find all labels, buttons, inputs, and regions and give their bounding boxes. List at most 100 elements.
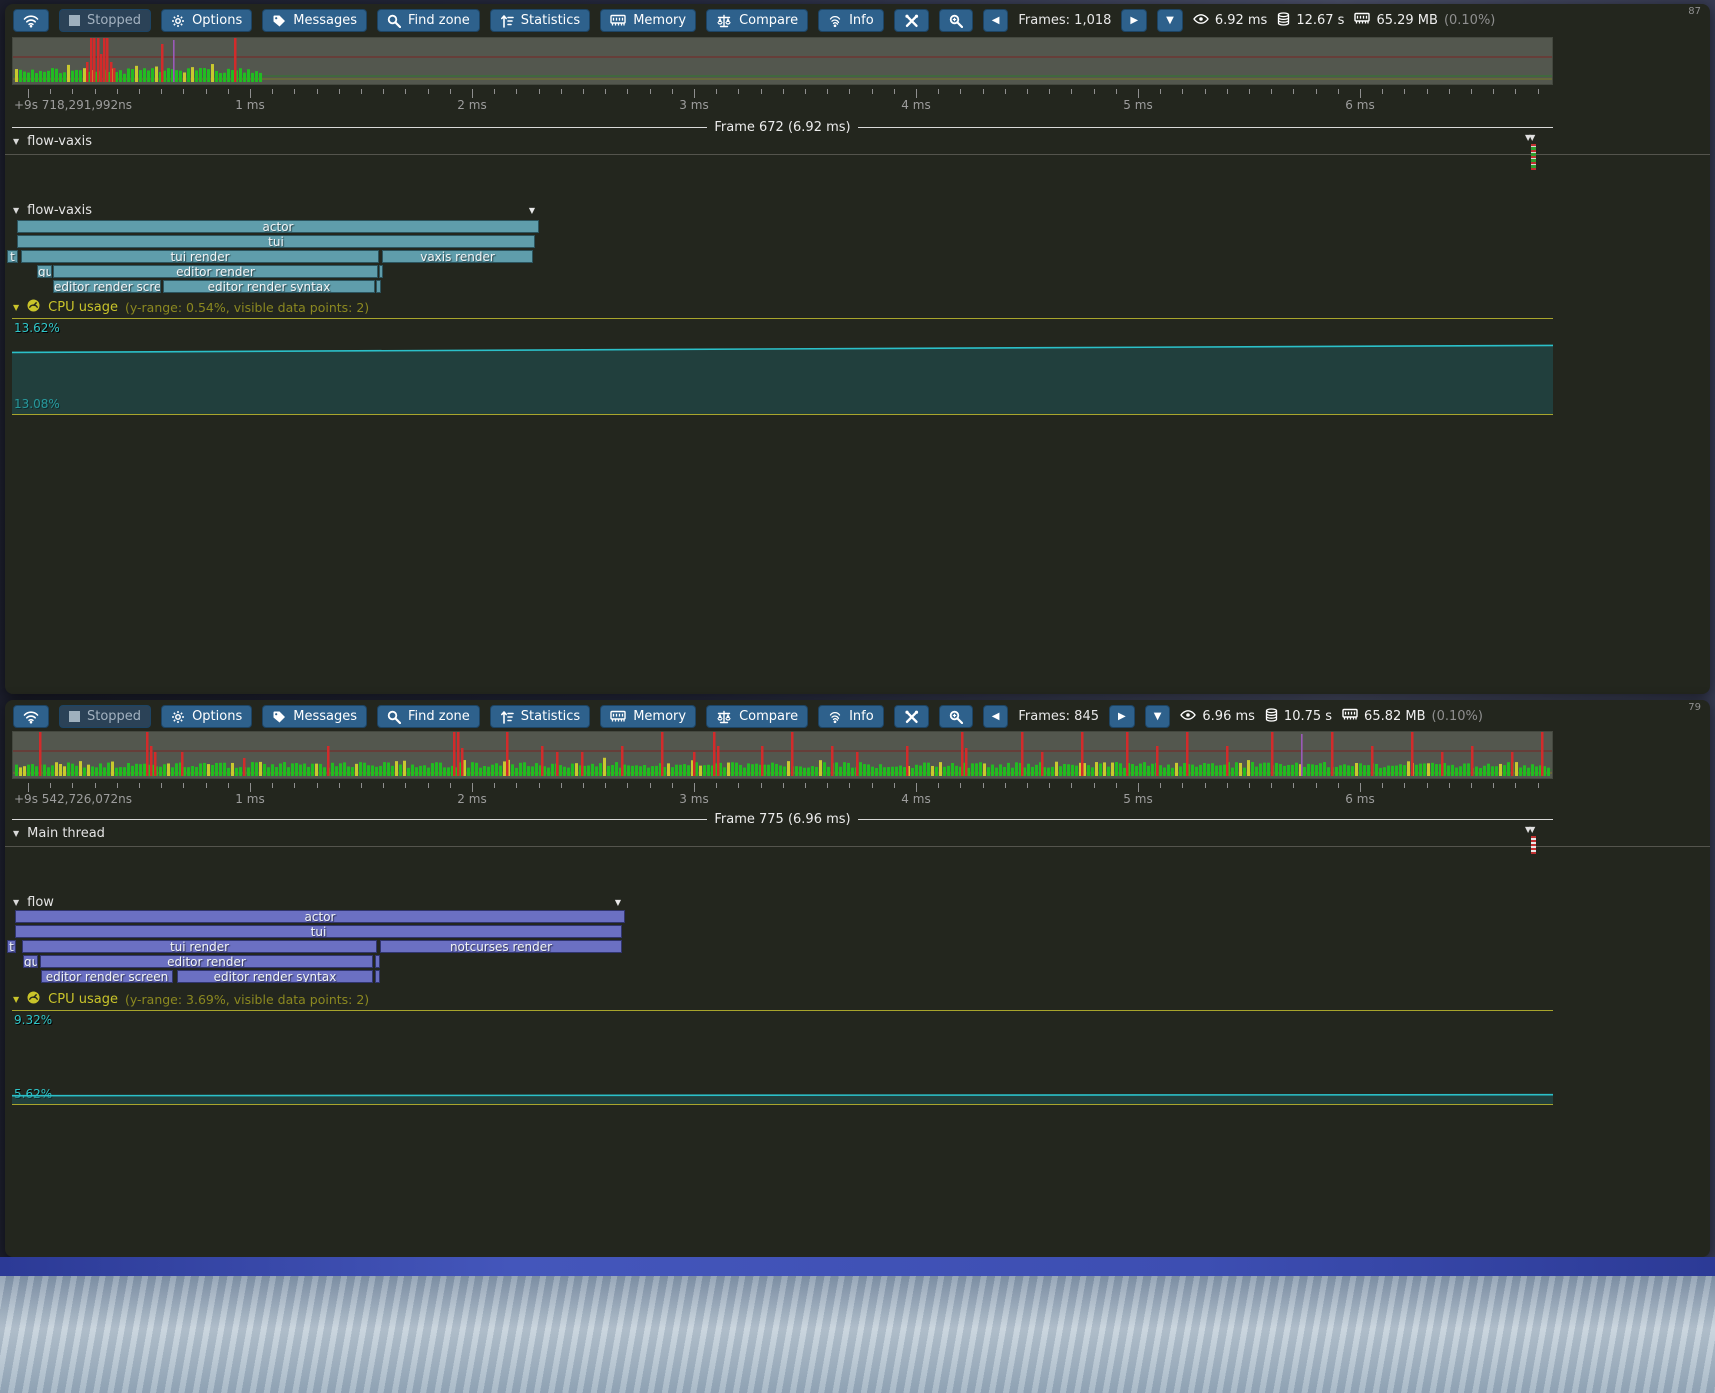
slow-frame-spike[interactable] — [97, 38, 100, 82]
slow-frame-spike[interactable] — [1081, 732, 1084, 776]
slow-frame-spike[interactable] — [1541, 732, 1544, 776]
offscreen-zone-markers[interactable]: ▼▼ — [1525, 825, 1536, 854]
zone-bar[interactable] — [375, 955, 380, 968]
slow-frame-spike[interactable] — [581, 752, 584, 776]
slow-frame-spike[interactable] — [1226, 746, 1229, 776]
stopped-button[interactable]: Stopped — [59, 9, 151, 32]
slow-frame-spike[interactable] — [453, 732, 456, 776]
zone-bar[interactable]: gu — [23, 955, 38, 968]
memory-button[interactable]: Memory — [600, 9, 696, 32]
frame-set-dropdown-button[interactable]: ▼ — [1145, 705, 1171, 728]
slow-frame-spike[interactable] — [100, 54, 103, 82]
frame-timeline-minimap[interactable] — [12, 37, 1553, 85]
zone-bar[interactable]: t — [7, 940, 16, 953]
frame-minimap-chart[interactable] — [13, 38, 1552, 84]
slow-frame-spike[interactable] — [1156, 746, 1159, 776]
tools-button[interactable] — [894, 9, 929, 32]
next-frame-button[interactable]: ▶ — [1121, 9, 1147, 32]
slow-frame-spike[interactable] — [1331, 732, 1334, 776]
slow-frame-spike[interactable] — [181, 752, 184, 776]
zone-bar[interactable]: editor render — [40, 955, 373, 968]
slow-frame-spike[interactable] — [856, 752, 859, 776]
zone-bar[interactable] — [379, 265, 383, 278]
zone-bar[interactable]: vaxis render — [382, 250, 533, 263]
slow-frame-spike[interactable] — [791, 732, 794, 776]
desktop-panel[interactable] — [0, 1257, 1715, 1276]
slow-frame-spike[interactable] — [1371, 746, 1374, 776]
slow-frame-spike[interactable] — [1041, 752, 1044, 776]
thread-header-zones[interactable]: ▼ flow — [13, 895, 54, 910]
zoom-in-button[interactable] — [939, 705, 973, 728]
slow-frame-spike[interactable] — [713, 732, 716, 776]
slow-frame-spike[interactable] — [234, 38, 237, 82]
slow-frame-spike[interactable] — [161, 44, 164, 82]
slow-frame-spike[interactable] — [146, 732, 149, 776]
cpu-usage-header[interactable]: ▼ CPU usage (y-range: 0.54%, visible dat… — [13, 298, 369, 317]
slow-frame-spike[interactable] — [506, 732, 509, 776]
slow-frame-spike[interactable] — [556, 752, 559, 776]
slow-frame-spike[interactable] — [693, 752, 696, 776]
zone-bar[interactable]: tui render — [22, 940, 377, 953]
slow-frame-spike[interactable] — [243, 758, 246, 776]
slow-frame-spike[interactable] — [621, 746, 624, 776]
info-button[interactable]: Info — [818, 9, 884, 32]
zone-bar[interactable]: actor — [15, 910, 625, 923]
slow-frame-spike[interactable] — [106, 38, 109, 82]
zoom-in-button[interactable] — [939, 9, 973, 32]
slow-frame-spike[interactable] — [1186, 732, 1189, 776]
frame-timeline-minimap[interactable] — [12, 731, 1553, 779]
slow-frame-spike[interactable] — [1411, 732, 1414, 776]
compare-button[interactable]: Compare — [706, 705, 808, 728]
zone-bar[interactable]: tui — [17, 235, 535, 248]
slow-frame-spike[interactable] — [1126, 732, 1129, 776]
slow-frame-spike[interactable] — [906, 746, 909, 776]
memory-button[interactable]: Memory — [600, 705, 696, 728]
slow-frame-spike[interactable] — [461, 748, 464, 776]
frame-set-dropdown-button[interactable]: ▼ — [1157, 9, 1183, 32]
slow-frame-spike[interactable] — [661, 732, 664, 776]
slow-frame-spike[interactable] — [457, 732, 460, 776]
slow-frame-spike[interactable] — [90, 38, 93, 82]
messages-button[interactable]: Messages — [262, 9, 367, 32]
prev-frame-button[interactable]: ◀ — [983, 705, 1009, 728]
slow-frame-spike[interactable] — [541, 746, 544, 776]
zone-bar[interactable]: tui render — [21, 250, 379, 263]
slow-frame-spike[interactable] — [110, 62, 113, 82]
slow-frame-spike[interactable] — [103, 38, 106, 82]
zone-bar[interactable]: editor render screen — [53, 280, 161, 293]
slow-frame-spike[interactable] — [717, 746, 720, 776]
zone-bar[interactable]: gu — [37, 265, 52, 278]
slow-frame-spike[interactable] — [93, 38, 96, 82]
slow-frame-spike[interactable] — [113, 68, 116, 82]
slow-frame-spike[interactable] — [961, 732, 964, 776]
zone-bar[interactable]: t — [7, 250, 18, 263]
prev-frame-button[interactable]: ◀ — [983, 9, 1009, 32]
offscreen-zone-markers[interactable]: ▼▼ — [1525, 133, 1536, 170]
slow-frame-spike[interactable] — [965, 748, 968, 776]
slow-frame-spike[interactable] — [831, 746, 834, 776]
slow-frame-spike[interactable] — [1441, 752, 1444, 776]
options-button[interactable]: Options — [161, 9, 252, 32]
info-button[interactable]: Info — [818, 705, 884, 728]
zone-bar[interactable]: editor render screen — [41, 970, 173, 983]
slow-frame-spike[interactable] — [1021, 732, 1024, 776]
cpu-usage-plot[interactable] — [12, 319, 1553, 414]
zone-bar[interactable]: editor render — [53, 265, 378, 278]
cpu-usage-plot[interactable] — [12, 1011, 1553, 1104]
slow-frame-spike[interactable] — [86, 62, 89, 82]
zone-bar[interactable]: notcurses render — [380, 940, 622, 953]
slow-frame-spike[interactable] — [154, 752, 157, 776]
slow-frame-spike[interactable] — [1271, 732, 1274, 776]
connection-button[interactable] — [13, 9, 49, 32]
zone-bar[interactable]: editor render syntax — [163, 280, 375, 293]
zone-bar[interactable] — [376, 280, 381, 293]
thread-header-top[interactable]: ▼ flow-vaxis — [13, 134, 92, 149]
zone-bar[interactable]: tui — [15, 925, 622, 938]
slow-frame-spike[interactable] — [1471, 746, 1474, 776]
slow-frame-spike[interactable] — [327, 746, 330, 776]
thread-header-top[interactable]: ▼ Main thread — [13, 826, 105, 841]
zone-bar[interactable]: editor render syntax — [177, 970, 373, 983]
thread-header-zones[interactable]: ▼ flow-vaxis — [13, 203, 92, 218]
next-frame-button[interactable]: ▶ — [1109, 705, 1135, 728]
zone-bar[interactable]: actor — [17, 220, 539, 233]
